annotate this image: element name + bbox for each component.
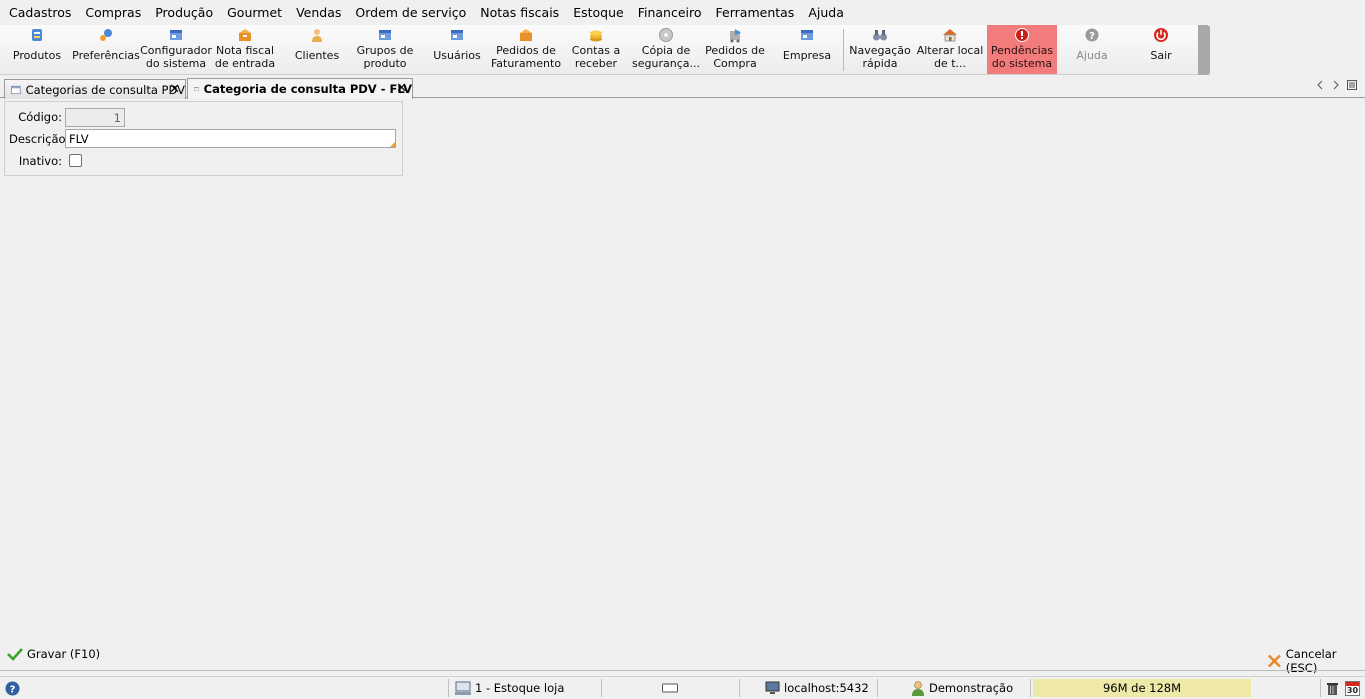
tab-scroll-left-icon[interactable] <box>1316 80 1324 90</box>
pedidos-faturamento-button[interactable]: Pedidos de Faturamento <box>491 25 561 74</box>
toolbar-separator <box>843 29 844 71</box>
status-estoque[interactable]: 1 - Estoque loja <box>455 677 564 699</box>
purchase-orders-icon <box>730 29 741 43</box>
svg-text:?: ? <box>1089 31 1095 42</box>
product-group-icon <box>379 30 391 40</box>
status-server: localhost:5432 <box>765 677 869 699</box>
form-window-icon <box>11 85 21 94</box>
menu-estoque[interactable]: Estoque <box>566 0 631 25</box>
status-separator <box>1320 679 1321 697</box>
tab-close-icon[interactable]: ✕ <box>169 82 180 97</box>
server-monitor-icon <box>765 681 780 694</box>
menu-producao[interactable]: Produção <box>148 0 220 25</box>
power-icon <box>1154 28 1168 42</box>
tab-categorias-consulta-pdv[interactable]: Categorias de consulta PDV ✕ <box>4 79 186 99</box>
user-icon <box>912 681 924 696</box>
help-icon: ? <box>1085 28 1099 42</box>
alert-icon <box>1015 28 1029 42</box>
status-calendar[interactable]: 30 <box>1345 677 1360 699</box>
produtos-button[interactable]: Produtos <box>4 25 70 74</box>
home-icon <box>943 29 957 42</box>
empresa-button[interactable]: Empresa <box>774 25 840 74</box>
menu-ordem-servico[interactable]: Ordem de serviço <box>348 0 473 25</box>
sair-button[interactable]: Sair <box>1128 25 1194 74</box>
navegacao-rapida-button[interactable]: Navegação rápida <box>846 25 914 74</box>
status-trash[interactable] <box>1326 677 1339 699</box>
memory-usage: 96M de 128M <box>1033 679 1251 697</box>
descricao-field[interactable]: FLV <box>65 129 396 148</box>
tab-bar: Categorias de consulta PDV ✕ Categoria d… <box>0 77 1365 99</box>
preferencias-button[interactable]: Preferências <box>72 25 140 74</box>
status-separator <box>448 679 449 697</box>
descricao-label: Descrição: <box>9 132 70 146</box>
preferences-icon <box>100 29 112 41</box>
trash-icon <box>1327 682 1338 695</box>
tab-scroll-right-icon[interactable] <box>1332 80 1340 90</box>
backup-disc-icon <box>659 28 673 42</box>
tab-categoria-consulta-pdv-flv[interactable]: Categoria de consulta PDV - FLV ✕ <box>187 78 413 99</box>
billing-orders-icon <box>520 29 532 41</box>
copia-seguranca-button[interactable]: Cópia de segurança... <box>632 25 700 74</box>
status-separator <box>1030 679 1031 697</box>
status-keyboard <box>662 677 678 699</box>
menu-bar: Cadastros Compras Produção Gourmet Venda… <box>0 0 1365 25</box>
clientes-button[interactable]: Clientes <box>284 25 350 74</box>
menu-gourmet[interactable]: Gourmet <box>220 0 289 25</box>
help-circle-icon: ? <box>5 681 20 695</box>
form-window-icon <box>194 87 199 91</box>
status-separator <box>877 679 878 697</box>
menu-financeiro[interactable]: Financeiro <box>631 0 709 25</box>
menu-cadastros[interactable]: Cadastros <box>2 0 78 25</box>
menu-compras[interactable]: Compras <box>78 0 148 25</box>
menu-ferramentas[interactable]: Ferramentas <box>709 0 802 25</box>
status-separator <box>601 679 602 697</box>
toolbar: Produtos Preferências Configurador do si… <box>0 25 1210 75</box>
pedidos-compra-button[interactable]: Pedidos de Compra <box>702 25 768 74</box>
inativo-checkbox[interactable] <box>69 154 82 167</box>
required-marker-icon <box>390 142 395 147</box>
invoice-box-icon <box>239 29 251 41</box>
stock-terminal-icon <box>455 681 471 695</box>
svg-text:?: ? <box>10 684 16 695</box>
nota-fiscal-entrada-button[interactable]: Nota fiscal de entrada <box>212 25 278 74</box>
product-box-icon <box>32 29 42 41</box>
binoculars-icon <box>873 30 887 41</box>
client-person-icon <box>312 29 322 42</box>
status-user[interactable]: Demonstração <box>910 677 1013 699</box>
window-config-icon <box>170 30 182 40</box>
calendar-day: 30 <box>1346 685 1359 695</box>
status-help[interactable]: ? <box>5 677 20 699</box>
codigo-label: Código: <box>18 110 62 124</box>
users-icon <box>451 30 463 40</box>
menu-notas-fiscais[interactable]: Notas fiscais <box>473 0 566 25</box>
gravar-button[interactable]: Gravar (F10) <box>7 647 100 661</box>
menu-ajuda[interactable]: Ajuda <box>801 0 851 25</box>
keyboard-icon <box>662 683 678 693</box>
codigo-field: 1 <box>65 108 125 127</box>
grupos-produto-button[interactable]: Grupos de produto <box>352 25 418 74</box>
tab-close-icon[interactable]: ✕ <box>396 81 407 96</box>
inativo-label: Inativo: <box>18 154 62 168</box>
tab-list-icon[interactable] <box>1347 80 1357 90</box>
coins-icon <box>590 30 602 42</box>
usuarios-button[interactable]: Usuários <box>424 25 490 74</box>
menu-vendas[interactable]: Vendas <box>289 0 348 25</box>
cancel-x-icon <box>1267 654 1281 668</box>
toolbar-grip <box>1198 25 1210 75</box>
ajuda-button[interactable]: ? Ajuda <box>1059 25 1125 74</box>
configurador-button[interactable]: Configurador do sistema <box>140 25 212 74</box>
status-bar: ? 1 - Estoque loja localhost:5432 Demons… <box>0 676 1365 699</box>
checkmark-icon <box>7 648 23 661</box>
status-separator <box>739 679 740 697</box>
company-icon <box>801 30 813 40</box>
contas-receber-button[interactable]: Contas a receber <box>564 25 628 74</box>
calendar-icon: 30 <box>1345 680 1360 696</box>
alterar-local-button[interactable]: Alterar local de t... <box>916 25 984 74</box>
category-form: Código: 1 Descrição: FLV Inativo: <box>4 101 403 176</box>
action-divider <box>0 670 1365 671</box>
pendencias-sistema-button[interactable]: Pendências do sistema <box>987 25 1057 74</box>
